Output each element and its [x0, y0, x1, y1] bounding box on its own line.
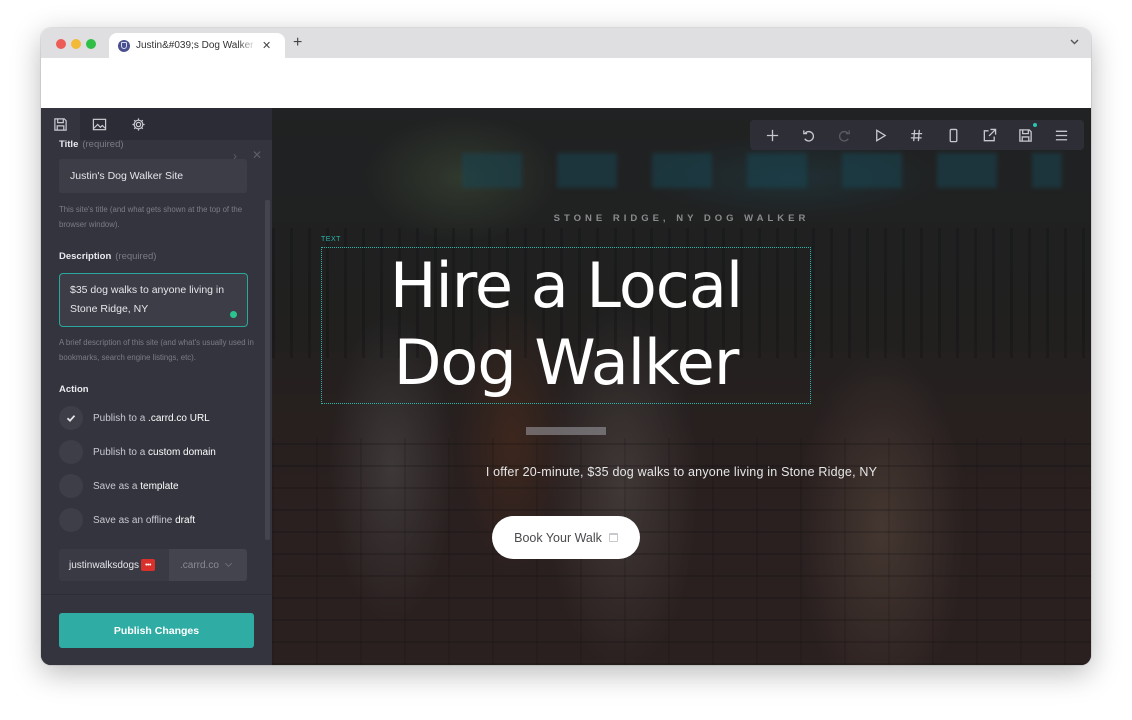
domain-select[interactable]: .carrd.co — [169, 549, 247, 581]
radio-unselected[interactable] — [59, 508, 83, 532]
tab-media[interactable] — [80, 108, 119, 140]
redo-button[interactable] — [833, 123, 857, 147]
action-option-carrd-url[interactable]: Publish to a .carrd.co URL — [59, 406, 210, 430]
tab-bar: Justin&#039;s Dog Walker Site ✕ + — [41, 28, 1091, 58]
site-settings-panel: Title (required) › ✕ Justin's Dog Walker … — [41, 108, 272, 665]
image-icon — [92, 118, 107, 130]
publish-changes-button[interactable]: Publish Changes — [59, 613, 254, 648]
close-window-button[interactable] — [56, 39, 66, 49]
book-walk-button[interactable]: Book Your Walk — [492, 516, 640, 559]
menu-button[interactable] — [1050, 123, 1074, 147]
hero-section[interactable]: STONE RIDGE, NY DOG WALKER TEXT Hire a L… — [272, 108, 1091, 665]
play-icon — [876, 128, 887, 142]
description-label: Description (required) — [59, 251, 157, 262]
save-button[interactable] — [1014, 123, 1038, 147]
password-manager-icon[interactable]: ••• — [141, 559, 155, 571]
minimize-window-button[interactable] — [71, 39, 81, 49]
tab-title: Justin&#039;s Dog Walker Site — [136, 40, 256, 51]
close-panel-icon[interactable]: ✕ — [252, 148, 262, 162]
action-option-template[interactable]: Save as a template — [59, 474, 179, 498]
open-external-button[interactable] — [977, 123, 1001, 147]
title-label: Title (required) — [59, 140, 124, 150]
selection-type-label: TEXT — [321, 236, 341, 243]
calendar-icon — [608, 533, 618, 542]
radio-selected[interactable] — [59, 406, 83, 430]
tab-settings[interactable] — [119, 108, 158, 140]
grammar-check-indicator — [230, 311, 237, 318]
action-option-custom-domain[interactable]: Publish to a custom domain — [59, 440, 216, 464]
panel-footer: Publish Changes — [41, 594, 272, 665]
hero-lead-text[interactable]: I offer 20-minute, $35 dog walks to anyo… — [272, 465, 1091, 479]
hero-subtitle[interactable]: STONE RIDGE, NY DOG WALKER — [272, 213, 1091, 224]
hamburger-menu-icon — [1056, 130, 1068, 140]
description-help-text: A brief description of this site (and wh… — [59, 338, 254, 362]
floppy-disk-icon — [54, 117, 67, 131]
browser-tab[interactable]: Justin&#039;s Dog Walker Site ✕ — [109, 33, 285, 58]
undo-icon — [802, 129, 814, 142]
mobile-view-button[interactable] — [941, 123, 965, 147]
hero-divider[interactable] — [526, 427, 606, 435]
title-help-text: This site's title (and what gets shown a… — [59, 205, 243, 229]
subdomain-input[interactable]: justinwalksdogs ••• — [59, 549, 169, 581]
unsaved-indicator — [1032, 123, 1037, 127]
title-input[interactable]: Justin's Dog Walker Site — [59, 159, 247, 193]
chevron-down-icon — [224, 559, 232, 568]
panel-scrollbar[interactable] — [265, 200, 270, 540]
editor-content: STONE RIDGE, NY DOG WALKER TEXT Hire a L… — [41, 108, 1091, 665]
add-element-button[interactable] — [760, 123, 784, 147]
browser-toolbar-area — [41, 58, 1091, 108]
radio-unselected[interactable] — [59, 474, 83, 498]
site-favicon-icon — [118, 39, 130, 52]
action-option-offline-draft[interactable]: Save as an offline draft — [59, 508, 195, 532]
description-value: $35 dog walks to anyone living in Stone … — [70, 284, 225, 315]
panel-scroll-area[interactable]: Title (required) › ✕ Justin's Dog Walker … — [41, 140, 272, 594]
new-tab-button[interactable]: + — [293, 34, 302, 52]
hash-icon — [911, 129, 923, 141]
action-label: Action — [59, 384, 89, 395]
external-link-icon — [983, 128, 997, 141]
preview-button[interactable] — [869, 123, 893, 147]
redo-icon — [839, 129, 850, 142]
tab-list-chevron-icon[interactable] — [1070, 37, 1079, 47]
editor-toolbar — [750, 120, 1084, 150]
sections-button[interactable] — [905, 123, 929, 147]
publish-url-field: justinwalksdogs ••• .carrd.co — [59, 549, 247, 581]
book-walk-label: Book Your Walk — [514, 530, 602, 545]
plus-icon — [766, 129, 778, 141]
phone-icon — [949, 128, 958, 142]
tab-save[interactable] — [41, 108, 80, 140]
panel-tabs — [41, 108, 272, 140]
description-textarea[interactable]: $35 dog walks to anyone living in Stone … — [59, 273, 248, 327]
maximize-window-button[interactable] — [86, 39, 96, 49]
floppy-disk-icon — [1019, 128, 1032, 142]
gear-icon — [132, 117, 145, 131]
radio-unselected[interactable] — [59, 440, 83, 464]
hero-headline[interactable]: Hire a Local Dog Walker — [321, 247, 811, 401]
undo-button[interactable] — [796, 123, 820, 147]
browser-window: Justin&#039;s Dog Walker Site ✕ + STONE … — [41, 28, 1091, 665]
tab-close-icon[interactable]: ✕ — [262, 39, 271, 52]
checkmark-icon — [66, 415, 76, 423]
